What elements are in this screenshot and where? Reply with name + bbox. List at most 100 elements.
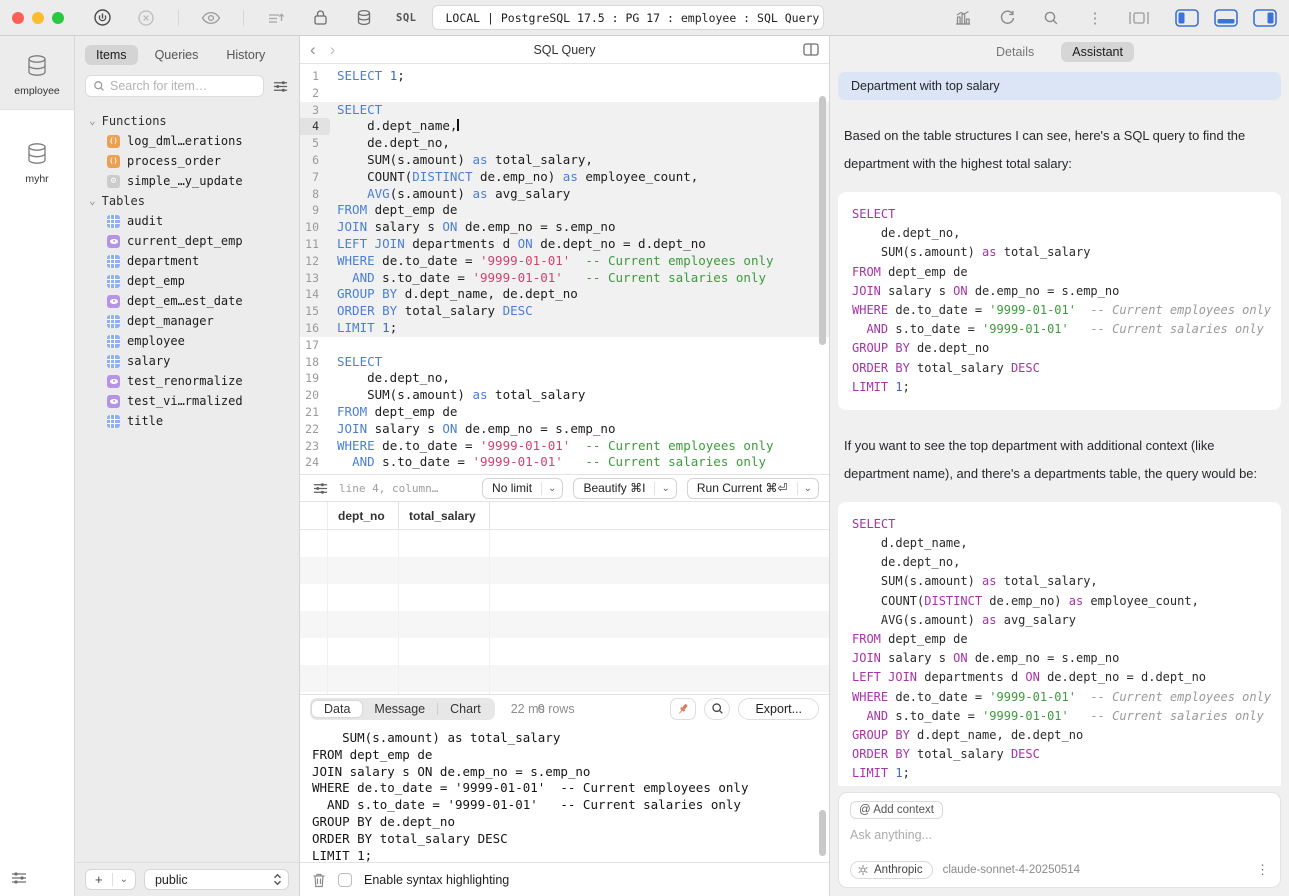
assistant-code-block[interactable]: SELECT d.dept_name, de.dept_no, SUM(s.am… xyxy=(838,502,1281,786)
minimize-window-button[interactable] xyxy=(32,12,44,24)
column-header-dept-no[interactable]: dept_no xyxy=(328,502,399,529)
chevron-down-icon: ⌄ xyxy=(798,483,818,494)
database-icon[interactable] xyxy=(352,6,376,30)
beautify-button[interactable]: Beautify ⌘I ⌄ xyxy=(573,478,676,499)
syntax-highlighting-checkbox[interactable] xyxy=(338,873,352,887)
code-line: GROUP BY de.dept_no xyxy=(852,339,1267,358)
code-line: SUM(s.amount) as total_salary xyxy=(852,243,1267,262)
sidebar-item-salary[interactable]: salary xyxy=(89,351,299,371)
message-panel[interactable]: SUM(s.amount) as total_salaryFROM dept_e… xyxy=(300,722,829,862)
composer-menu-icon[interactable]: ⋮ xyxy=(1256,862,1269,878)
rail-settings-icon[interactable] xyxy=(10,870,28,886)
table-row[interactable] xyxy=(300,638,829,665)
sidebar-item-test-renormalize[interactable]: test_renormalize xyxy=(89,371,299,391)
search-results-button[interactable] xyxy=(704,698,730,720)
table-row[interactable] xyxy=(300,611,829,638)
tab-message[interactable]: Message xyxy=(362,701,437,717)
tab-history[interactable]: History xyxy=(215,45,276,65)
close-window-button[interactable] xyxy=(12,12,24,24)
code-line: SELECT xyxy=(852,515,1267,534)
section-tables[interactable]: ⌄ Tables xyxy=(89,191,299,211)
nav-back-icon[interactable]: ‹ xyxy=(310,41,316,58)
search-icon[interactable] xyxy=(1039,6,1063,30)
code-line: 21FROM dept_emp de xyxy=(300,404,829,421)
search-input[interactable] xyxy=(110,79,256,93)
editor-settings-icon[interactable] xyxy=(312,481,329,496)
code-line: de.dept_no, xyxy=(852,553,1267,572)
code-line: d.dept_name, xyxy=(852,534,1267,553)
tab-assistant[interactable]: Assistant xyxy=(1061,42,1134,62)
table-row[interactable] xyxy=(300,530,829,557)
zoom-window-button[interactable] xyxy=(52,12,64,24)
toolbar-separator xyxy=(178,10,179,26)
export-list-icon[interactable] xyxy=(264,6,288,30)
sql-editor[interactable]: 1SELECT 1;23SELECT4 d.dept_name,5 de.dep… xyxy=(300,64,829,474)
eye-icon[interactable] xyxy=(199,6,223,30)
conversation-title[interactable]: Department with top salary xyxy=(838,72,1281,100)
provider-select[interactable]: Anthropic xyxy=(850,861,933,879)
assistant-conversation[interactable]: Department with top salary Based on the … xyxy=(830,68,1289,786)
sidebar-item-simple-y-update[interactable]: simple_…y_update xyxy=(89,171,299,191)
sidebar-item-test-vi-rmalized[interactable]: test_vi…rmalized xyxy=(89,391,299,411)
sidebar-item-dept-em-est-date[interactable]: dept_em…est_date xyxy=(89,291,299,311)
sidebar-item-dept-manager[interactable]: dept_manager xyxy=(89,311,299,331)
sidebar-item-dept-emp[interactable]: dept_emp xyxy=(89,271,299,291)
message-line: JOIN salary s ON de.emp_no = s.emp_no xyxy=(312,764,817,781)
table-row[interactable] xyxy=(300,584,829,611)
connection-icon[interactable] xyxy=(90,6,114,30)
assistant-code-block[interactable]: SELECT de.dept_no, SUM(s.amount) as tota… xyxy=(838,192,1281,410)
code-line: FROM dept_emp de xyxy=(852,630,1267,649)
table-row[interactable] xyxy=(300,557,829,584)
nav-forward-icon[interactable]: › xyxy=(330,41,336,58)
tab-details[interactable]: Details xyxy=(985,42,1045,62)
tab-items[interactable]: Items xyxy=(85,45,138,65)
tab-data[interactable]: Data xyxy=(312,701,362,717)
column-header-total-salary[interactable]: total_salary xyxy=(399,502,490,529)
close-circle-icon[interactable] xyxy=(134,6,158,30)
result-grid[interactable]: dept_no total_salary xyxy=(300,502,829,694)
chart-icon[interactable] xyxy=(951,6,975,30)
sidebar-item-current-dept-emp[interactable]: current_dept_emp xyxy=(89,231,299,251)
export-button[interactable]: Export... xyxy=(738,698,819,720)
line-number: 21 xyxy=(300,404,330,421)
sidebar-item-log-dml-erations[interactable]: log_dml…erations xyxy=(89,131,299,151)
add-context-chip[interactable]: @ Add context xyxy=(850,801,943,819)
more-options-icon[interactable]: ⋮ xyxy=(1083,6,1107,30)
chevron-down-icon: ⌄ xyxy=(89,195,96,206)
toggle-left-panel-button[interactable] xyxy=(1175,6,1199,30)
editor-scrollbar[interactable] xyxy=(819,96,826,345)
add-item-button[interactable]: + ⌄ xyxy=(85,869,136,890)
tab-chart[interactable]: Chart xyxy=(438,701,493,717)
code-line: LIMIT 1; xyxy=(852,764,1267,783)
sidebar-item-title[interactable]: title xyxy=(89,411,299,431)
ask-input[interactable]: Ask anything... xyxy=(850,828,1269,861)
limit-select[interactable]: No limit ⌄ xyxy=(482,478,563,499)
center-layout-icon[interactable] xyxy=(1127,6,1151,30)
toggle-right-panel-button[interactable] xyxy=(1253,6,1277,30)
sidebar-item-employee[interactable]: employee xyxy=(89,331,299,351)
sidebar-item-audit[interactable]: audit xyxy=(89,211,299,231)
run-current-button[interactable]: Run Current ⌘⏎ ⌄ xyxy=(687,478,819,499)
toggle-bottom-panel-button[interactable] xyxy=(1214,6,1238,30)
window-title-text: LOCAL | PostgreSQL 17.5 : PG 17 : employ… xyxy=(445,11,819,25)
filter-icon[interactable] xyxy=(272,79,289,94)
tab-queries[interactable]: Queries xyxy=(144,45,210,65)
table-row[interactable] xyxy=(300,665,829,692)
code-line: 14GROUP BY d.dept_name, de.dept_no xyxy=(300,286,829,303)
connection-employee[interactable]: employee xyxy=(0,36,74,110)
split-view-icon[interactable] xyxy=(749,43,819,56)
refresh-icon[interactable] xyxy=(995,6,1019,30)
message-scrollbar[interactable] xyxy=(819,810,826,856)
section-functions[interactable]: ⌄ Functions xyxy=(89,111,299,131)
item-search-field[interactable] xyxy=(85,75,264,97)
sidebar-item-department[interactable]: department xyxy=(89,251,299,271)
schema-select[interactable]: public xyxy=(144,869,289,890)
assistant-composer[interactable]: @ Add context Ask anything... Anthropic … xyxy=(838,792,1281,888)
code-line: ORDER BY total_salary DESC xyxy=(852,745,1267,764)
trash-icon[interactable] xyxy=(312,872,326,888)
connection-myhr[interactable]: myhr xyxy=(0,124,74,197)
lock-icon[interactable] xyxy=(308,6,332,30)
sidebar-item-process-order[interactable]: process_order xyxy=(89,151,299,171)
code-line: 11LEFT JOIN departments d ON de.dept_no … xyxy=(300,236,829,253)
pin-button[interactable] xyxy=(670,698,696,720)
